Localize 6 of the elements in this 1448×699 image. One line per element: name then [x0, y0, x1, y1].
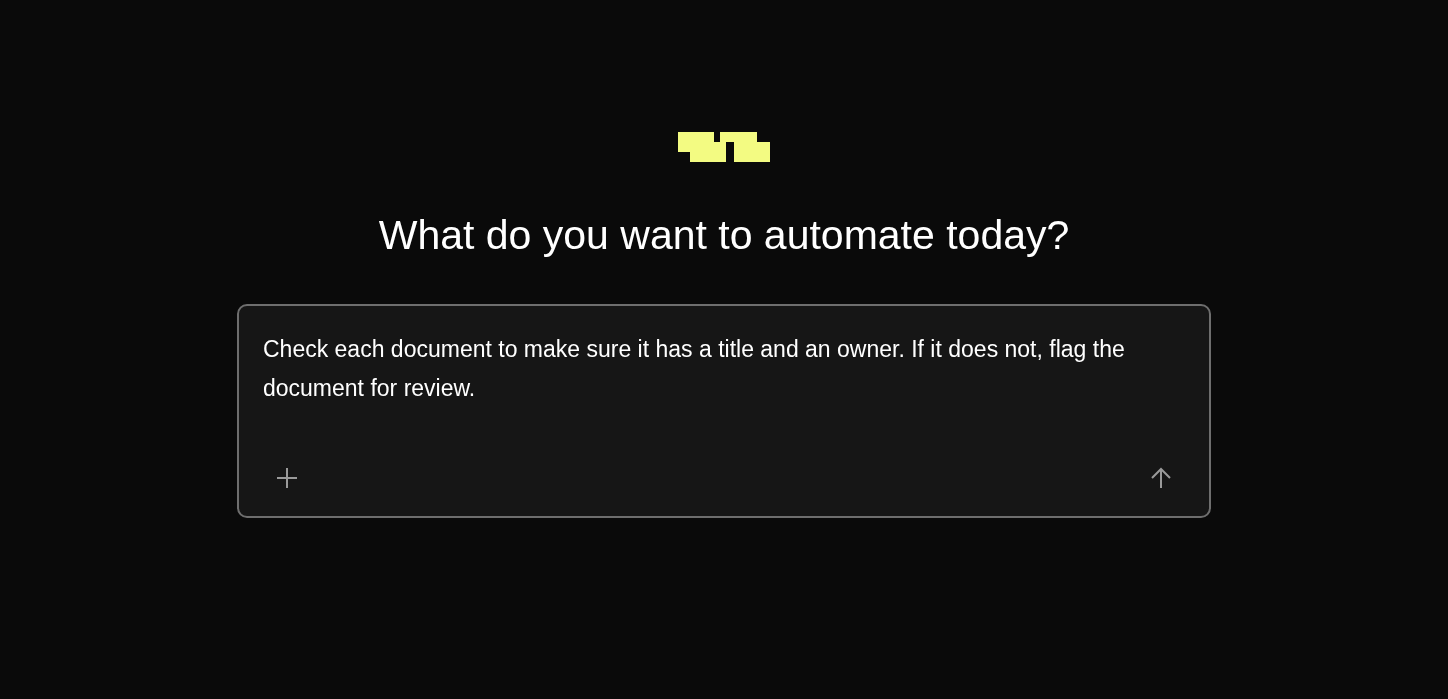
heading: What do you want to automate today?	[378, 211, 1070, 260]
arrow-up-icon[interactable]	[1149, 466, 1173, 490]
logo-icon	[678, 132, 770, 162]
prompt-field[interactable]: Check each document to make sure it has a title and an owner. If it does not, flag the document for review.	[263, 330, 1185, 410]
prompt-box[interactable]: Check each document to make sure it has a title and an owner. If it does not, flag the document for review.	[237, 304, 1211, 518]
plus-icon[interactable]	[275, 466, 299, 490]
